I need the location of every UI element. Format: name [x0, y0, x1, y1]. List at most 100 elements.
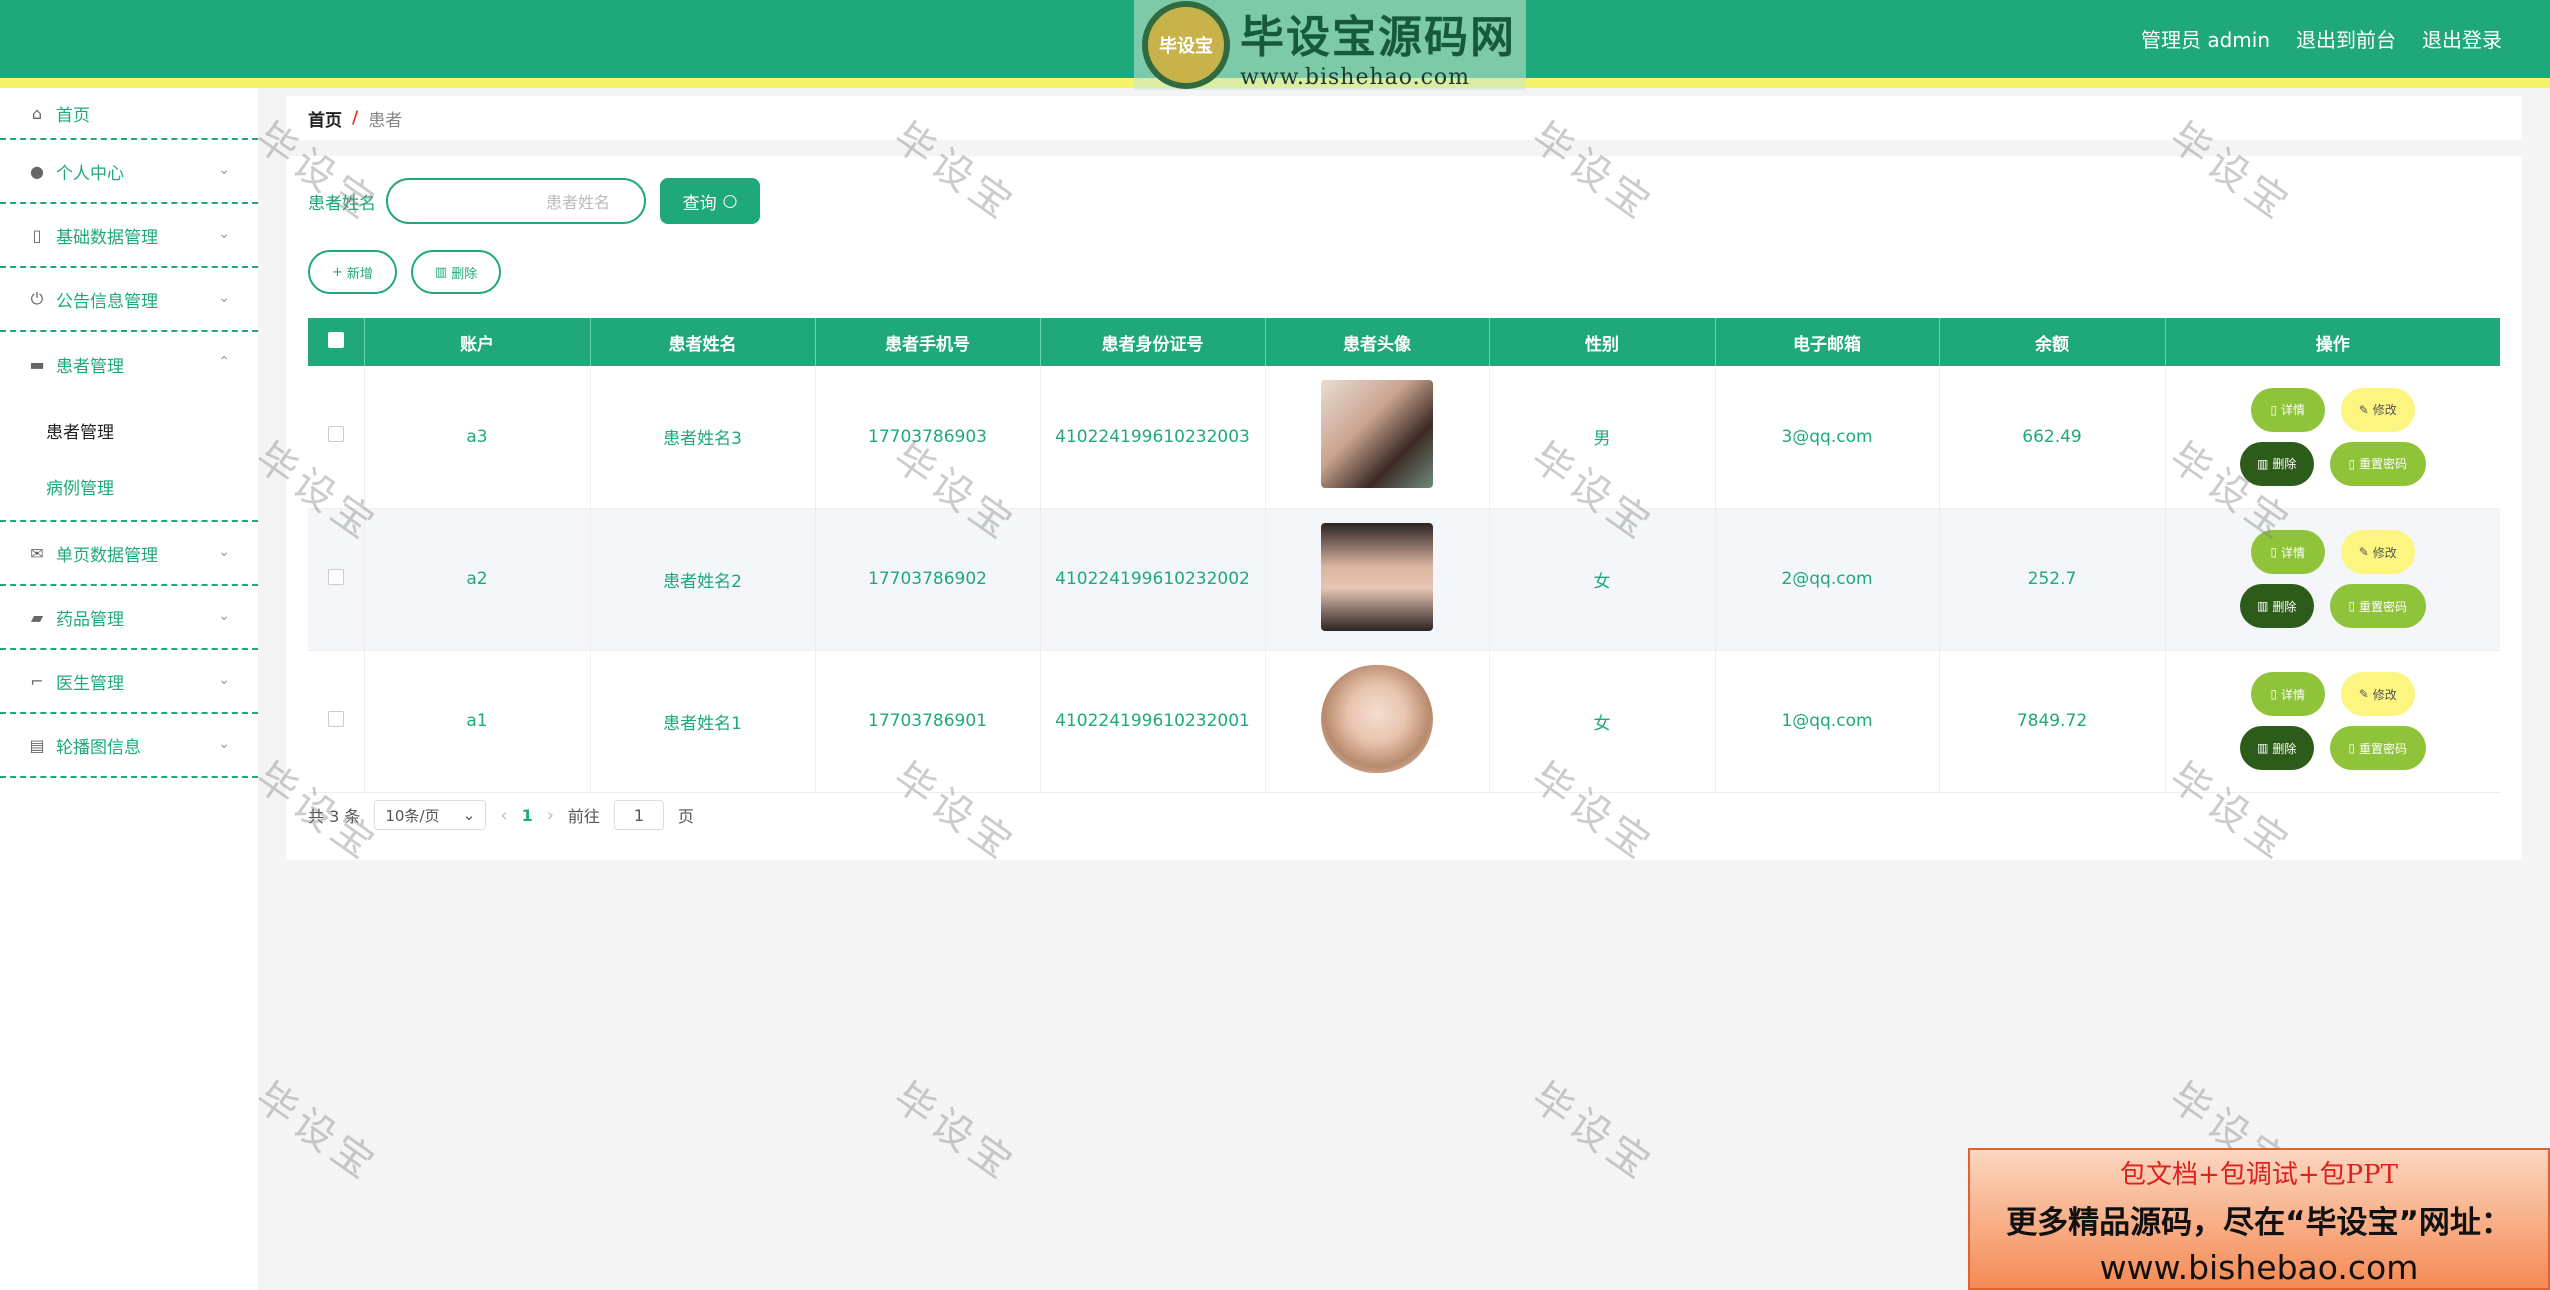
cell-name: 患者姓名3 [590, 366, 816, 509]
cell-gender: 女 [1489, 508, 1716, 651]
detail-button[interactable]: ▯ 详情 [2250, 530, 2325, 574]
reset-password-button[interactable]: ▯ 重置密码 [2329, 584, 2426, 628]
pencil-icon: ✎ [2358, 545, 2369, 559]
sidebar-item-basic-data[interactable]: ▯ 基础数据管理 ⌄ [0, 204, 258, 268]
ticket-icon: ▰ [30, 607, 44, 627]
ad-line-2: 更多精品源码，尽在“毕设宝”网址： [2006, 1205, 2512, 1241]
cell-balance: 7849.72 [1939, 650, 2166, 793]
sidebar-item-notice[interactable]: ⏻ 公告信息管理 ⌄ [0, 268, 258, 332]
breadcrumb: 首页 / 患者 [286, 96, 2522, 140]
chevron-down-icon: ⌄ [218, 608, 230, 624]
avatar [1321, 522, 1433, 631]
edit-button[interactable]: ✎ 修改 [2340, 387, 2415, 432]
cell-account: a3 [364, 366, 591, 509]
trash-icon: ▥ [2257, 741, 2269, 755]
doc-icon: ▯ [2348, 456, 2356, 471]
breadcrumb-home[interactable]: 首页 [308, 106, 342, 131]
edit-button[interactable]: ✎ 修改 [2340, 672, 2415, 716]
delete-button[interactable]: ▥ 删除 [2239, 726, 2314, 770]
pencil-icon: ✎ [2358, 687, 2369, 701]
breadcrumb-current: 患者 [368, 110, 403, 131]
doc-icon: ▯ [2348, 599, 2356, 613]
header-ops: 操作 [2165, 318, 2500, 366]
page-unit-label: 页 [677, 807, 694, 826]
batch-delete-button[interactable]: ▥ 删除 [410, 250, 502, 294]
header-email: 电子邮箱 [1715, 318, 1940, 366]
crop-icon: ⌐ [30, 671, 44, 691]
search-input[interactable]: 患者姓名 [386, 178, 646, 224]
reset-password-button[interactable]: ▯ 重置密码 [2329, 726, 2426, 770]
sidebar-subitem-case-manage[interactable]: 病例管理 [0, 458, 258, 514]
page-number[interactable]: 1 [522, 806, 533, 825]
sidebar-item-home[interactable]: ⌂ 首页 [0, 88, 258, 140]
watermark: 毕设宝 [884, 1073, 1025, 1191]
detail-button[interactable]: ▯ 详情 [2250, 672, 2325, 716]
doc-icon: ▯ [2270, 402, 2278, 417]
sidebar-item-single-page[interactable]: ✉ 单页数据管理 ⌄ [0, 522, 258, 586]
header-account: 账户 [364, 318, 591, 366]
table-row: a3 患者姓名3 17703786903 410224199610232003 … [308, 366, 2500, 509]
ad-banner[interactable]: 包文档+包调试+包PPT 更多精品源码，尽在“毕设宝”网址： www.bishe… [1968, 1148, 2550, 1290]
row-checkbox[interactable] [327, 426, 344, 443]
home-icon: ⌂ [31, 103, 43, 123]
doc-icon: ▯ [2270, 687, 2278, 701]
chevron-down-icon: ⌄ [218, 226, 230, 242]
header-name: 患者姓名 [590, 318, 816, 366]
prev-page-icon[interactable]: ‹ [500, 805, 507, 826]
logo-title: 毕设宝源码网 [1240, 11, 1516, 63]
goto-page-input[interactable]: 1 [613, 800, 664, 830]
table-row: a2 患者姓名2 17703786902 410224199610232002 … [308, 508, 2500, 651]
sidebar-item-doctor[interactable]: ⌐ 医生管理 ⌄ [0, 650, 258, 714]
cell-id-card: 410224199610232001 [1040, 650, 1266, 793]
cell-phone: 17703786902 [815, 508, 1041, 651]
search-icon: ○ [722, 191, 738, 211]
goto-label: 前往 [567, 807, 600, 826]
reset-password-button[interactable]: ▯ 重置密码 [2329, 441, 2426, 486]
logo-url: www.bishehao.com [1240, 64, 1471, 90]
edit-button[interactable]: ✎ 修改 [2340, 530, 2415, 574]
row-checkbox[interactable] [327, 568, 344, 585]
search-label: 患者姓名 [308, 193, 376, 214]
cell-name: 患者姓名1 [590, 650, 816, 793]
chevron-down-icon: ⌄ [218, 736, 230, 752]
table-row: a1 患者姓名1 17703786901 410224199610232001 … [308, 650, 2500, 793]
monitor-icon: ▬ [29, 354, 45, 374]
sidebar-item-profile[interactable]: ● 个人中心 ⌄ [0, 140, 258, 204]
cell-gender: 男 [1489, 366, 1716, 509]
search-button[interactable]: 查询 ○ [660, 178, 760, 224]
cell-name: 患者姓名2 [590, 508, 816, 651]
pencil-icon: ✎ [2358, 402, 2369, 417]
cell-balance: 662.49 [1939, 366, 2166, 509]
breadcrumb-separator: / [352, 108, 359, 128]
patient-table: 账户 患者姓名 患者手机号 患者身份证号 患者头像 性别 电子邮箱 余额 操作 … [308, 318, 2500, 793]
header-select-all[interactable] [308, 318, 365, 366]
add-button[interactable]: + 新增 [308, 250, 397, 294]
header-phone: 患者手机号 [815, 318, 1041, 366]
select-all-checkbox[interactable] [327, 331, 344, 348]
sidebar: ⌂ 首页 ● 个人中心 ⌄ ▯ 基础数据管理 ⌄ ⏻ 公告信息管理 ⌄ ▬ 患者… [0, 88, 258, 1290]
ad-line-1: 包文档+包调试+包PPT [2120, 1160, 2398, 1190]
header-links: 管理员 admin 退出到前台 退出登录 [2141, 24, 2502, 53]
watermark: 毕设宝 [246, 1073, 387, 1191]
back-to-front-link[interactable]: 退出到前台 [2296, 24, 2396, 53]
pagination: 共 3 条 10条/页 ⌄ ‹ 1 › 前往 1 页 [308, 800, 694, 830]
sidebar-item-carousel[interactable]: ▤ 轮播图信息 ⌄ [0, 714, 258, 778]
detail-button[interactable]: ▯ 详情 [2250, 387, 2325, 432]
chevron-down-icon: ⌄ [218, 544, 230, 560]
next-page-icon[interactable]: › [547, 805, 554, 826]
row-checkbox[interactable] [327, 710, 344, 727]
logout-link[interactable]: 退出登录 [2422, 24, 2502, 53]
delete-button[interactable]: ▥ 删除 [2239, 584, 2314, 628]
chevron-down-icon: ⌄ [462, 806, 476, 824]
cell-email: 2@qq.com [1715, 508, 1940, 651]
sidebar-item-medicine[interactable]: ▰ 药品管理 ⌄ [0, 586, 258, 650]
page-size-select[interactable]: 10条/页 ⌄ [374, 800, 487, 830]
sidebar-subitem-patient-manage[interactable]: 患者管理 [0, 402, 258, 458]
chevron-up-icon: ⌃ [218, 354, 230, 370]
sidebar-item-patient[interactable]: ▬ 患者管理 ⌃ [0, 332, 258, 396]
trash-icon: ▥ [434, 264, 448, 280]
header-gender: 性别 [1489, 318, 1716, 366]
power-icon: ⏻ [30, 289, 44, 308]
delete-button[interactable]: ▥ 删除 [2239, 441, 2314, 486]
header-avatar: 患者头像 [1265, 318, 1490, 366]
